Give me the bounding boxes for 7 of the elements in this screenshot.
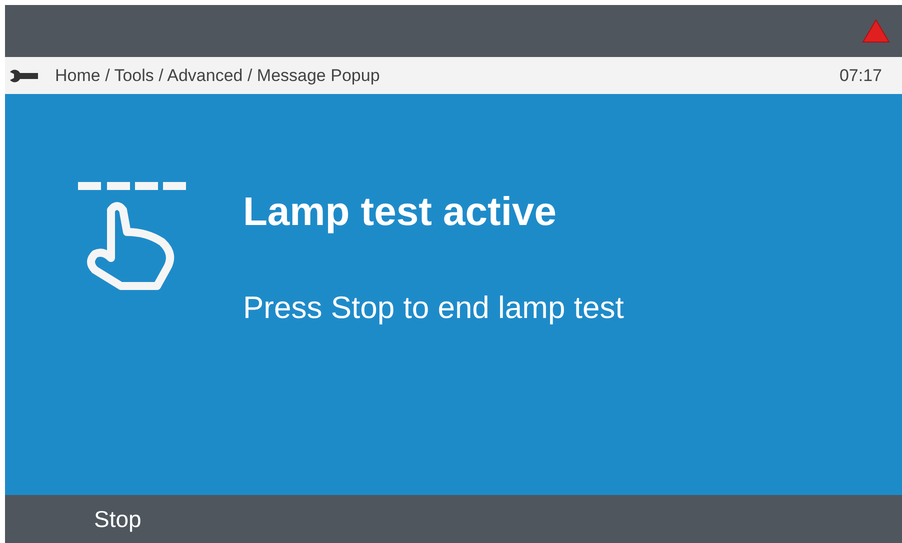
clock-time: 07:17 [839,64,882,87]
wrench-icon [9,68,39,82]
message-text: Press Stop to end lamp test [243,289,624,327]
breadcrumb-path: Home / Tools / Advanced / Message Popup [55,64,380,87]
stop-button[interactable]: Stop [93,502,142,536]
warning-icon[interactable] [862,19,890,43]
message-title: Lamp test active [243,189,558,236]
